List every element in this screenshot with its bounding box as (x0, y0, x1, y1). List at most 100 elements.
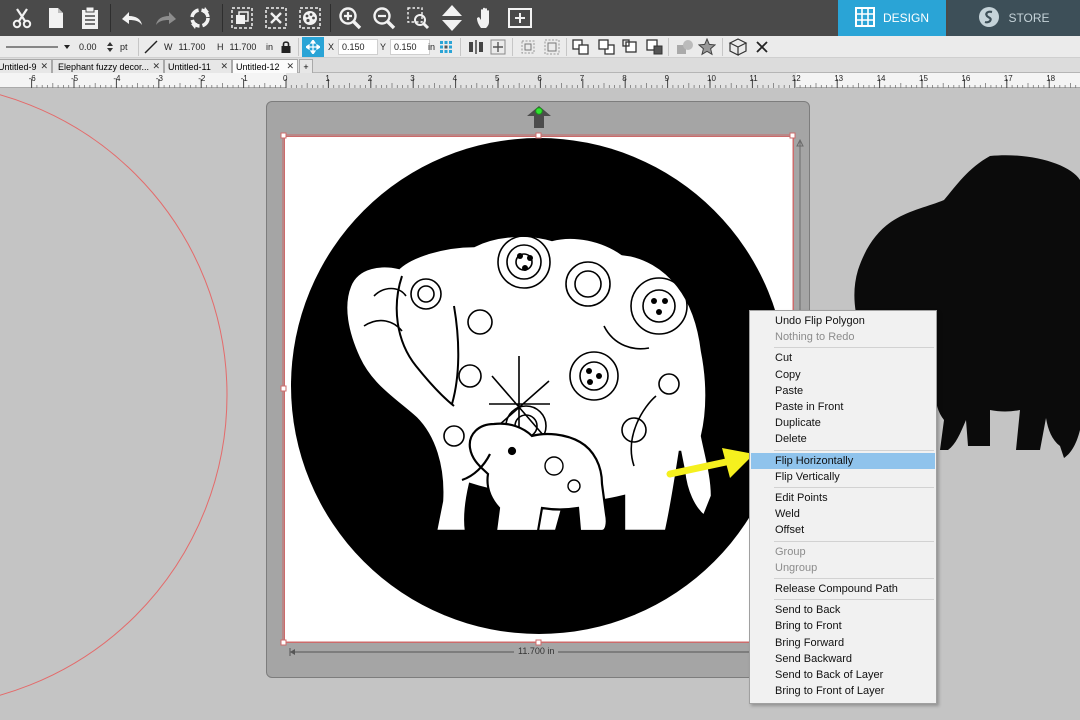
shapes-icon[interactable] (676, 36, 694, 58)
selection-handles[interactable] (280, 132, 800, 650)
divider (722, 38, 723, 56)
star-icon[interactable] (698, 36, 716, 58)
menu-item-undo-flip-polygon[interactable]: Undo Flip Polygon (751, 313, 935, 329)
ruler-tick-label: 17 (1004, 74, 1013, 83)
context-menu: Undo Flip Polygon Nothing to Redo Cut Copy P… (749, 310, 937, 704)
reference-point-icon[interactable] (440, 36, 452, 58)
bring-forward-icon[interactable] (572, 36, 590, 58)
y-label: Y (380, 42, 387, 52)
menu-item-cut[interactable]: Cut (751, 350, 935, 366)
menu-item-bring-to-front[interactable]: Bring to Front (751, 618, 935, 634)
position-unit: in (428, 42, 436, 52)
menu-item-delete[interactable]: Delete (751, 431, 935, 447)
divider (460, 38, 461, 56)
duplicate-icon[interactable] (520, 36, 536, 58)
menu-item-paste-in-front[interactable]: Paste in Front (751, 399, 935, 415)
document-tab-label: Untitled-9 (0, 61, 37, 72)
zoom-selection-icon[interactable] (402, 2, 434, 34)
toolbar-divider (330, 4, 331, 32)
height-value[interactable]: 11.700 (227, 39, 271, 55)
document-tab-active[interactable]: Untitled-12 ✕ (232, 59, 298, 73)
menu-item-flip-vertically[interactable]: Flip Vertically (751, 469, 935, 485)
spinner-icon[interactable] (106, 40, 114, 54)
ruler-tick-label: 2 (368, 74, 373, 83)
add-tab-button[interactable]: + (299, 59, 313, 73)
menu-item-paste[interactable]: Paste (751, 383, 935, 399)
menu-item-flip-horizontally[interactable]: Flip Horizontally (751, 452, 935, 469)
ruler-tick-label: 5 (495, 74, 500, 83)
align-icon[interactable] (468, 36, 484, 58)
menu-item-send-to-back-of-layer[interactable]: Send to Back of Layer (751, 667, 935, 683)
line-style-dropdown[interactable] (0, 36, 72, 58)
divider (566, 38, 567, 56)
offscreen-circle-outline (0, 94, 228, 696)
menu-item-bring-forward[interactable]: Bring Forward (751, 635, 935, 651)
document-tab[interactable]: Elephant fuzzy decor... ✕ (52, 59, 164, 73)
document-tab-label: Untitled-11 (168, 61, 211, 72)
send-backward-icon[interactable] (598, 36, 616, 58)
move-position-icon[interactable] (302, 37, 324, 57)
replicate-icon[interactable] (544, 36, 560, 58)
line-width-value[interactable]: 0.00 (76, 39, 106, 55)
zoom-in-icon[interactable] (334, 2, 366, 34)
menu-item-send-backward[interactable]: Send Backward (751, 651, 935, 667)
toolbar-divider (222, 4, 223, 32)
menu-item-copy[interactable]: Copy (751, 367, 935, 383)
undo-icon[interactable] (116, 2, 148, 34)
close-tab-icon[interactable]: ✕ (40, 61, 48, 72)
new-document-icon[interactable] (40, 2, 72, 34)
pan-hand-icon[interactable] (470, 2, 502, 34)
3d-box-icon[interactable] (728, 36, 748, 58)
scissors-icon[interactable] (6, 2, 38, 34)
menu-item-send-to-back[interactable]: Send to Back (751, 602, 935, 618)
design-tab[interactable]: DESIGN (838, 0, 946, 36)
y-position-field[interactable]: Y 0.150 (380, 36, 431, 58)
document-tabs: Untitled-9 ✕ Elephant fuzzy decor... ✕ U… (0, 58, 1080, 73)
center-to-page-icon[interactable] (490, 36, 506, 58)
line-width-field[interactable]: 0.00 pt (76, 36, 128, 58)
menu-item-bring-to-front-of-layer[interactable]: Bring to Front of Layer (751, 683, 935, 699)
ruler-tick-label: -3 (156, 74, 164, 83)
close-tab-icon[interactable]: ✕ (286, 61, 294, 72)
redraw-icon[interactable] (184, 2, 216, 34)
redo-icon[interactable] (150, 2, 182, 34)
feed-arrow-icon[interactable] (525, 104, 553, 135)
width-value[interactable]: 11.700 (176, 39, 220, 55)
width-measurement: 11.700 in (288, 646, 794, 658)
close-tab-icon[interactable]: ✕ (152, 61, 160, 72)
send-to-back-icon[interactable] (646, 36, 664, 58)
lock-icon[interactable] (280, 36, 292, 58)
x-position-field[interactable]: X 0.150 (328, 36, 379, 58)
main-toolbar: DESIGN STORE (0, 0, 1080, 36)
menu-item-release-compound-path[interactable]: Release Compound Path (751, 581, 935, 597)
ruler-tick-label: -2 (198, 74, 206, 83)
palette-icon[interactable] (294, 2, 326, 34)
y-value[interactable]: 0.150 (390, 39, 431, 55)
menu-separator (774, 599, 934, 601)
menu-item-edit-points[interactable]: Edit Points (751, 490, 935, 506)
store-tab[interactable]: STORE (948, 0, 1080, 36)
store-tab-label: STORE (1008, 11, 1050, 25)
move-icon[interactable] (436, 2, 468, 34)
x-value[interactable]: 0.150 (338, 39, 379, 55)
close-tab-icon[interactable]: ✕ (220, 61, 228, 72)
menu-item-weld[interactable]: Weld (751, 506, 935, 522)
line-tool-icon[interactable] (144, 36, 158, 58)
close-x-icon[interactable] (754, 36, 770, 58)
height-field[interactable]: H 11.700 (217, 36, 271, 58)
zoom-out-icon[interactable] (368, 2, 400, 34)
horizontal-ruler: -6 -5 -4 -3 -2 -1 0 1 2 3 4 5 6 7 8 9 10 11 12 13 14 15 16 17 18 (0, 73, 1080, 88)
ungroup-icon[interactable] (260, 2, 292, 34)
menu-item-duplicate[interactable]: Duplicate (751, 415, 935, 431)
group-icon[interactable] (226, 2, 258, 34)
ruler-tick-label: 7 (580, 74, 585, 83)
divider (138, 38, 139, 56)
menu-item-offset[interactable]: Offset (751, 522, 935, 538)
fit-to-page-icon[interactable] (504, 2, 536, 34)
width-field[interactable]: W 11.700 (164, 36, 220, 58)
bring-to-front-icon[interactable] (622, 36, 640, 58)
document-tab[interactable]: Untitled-11 ✕ (164, 59, 232, 73)
clipboard-icon[interactable] (74, 2, 106, 34)
size-unit: in (266, 42, 274, 52)
document-tab[interactable]: Untitled-9 ✕ (0, 59, 52, 73)
